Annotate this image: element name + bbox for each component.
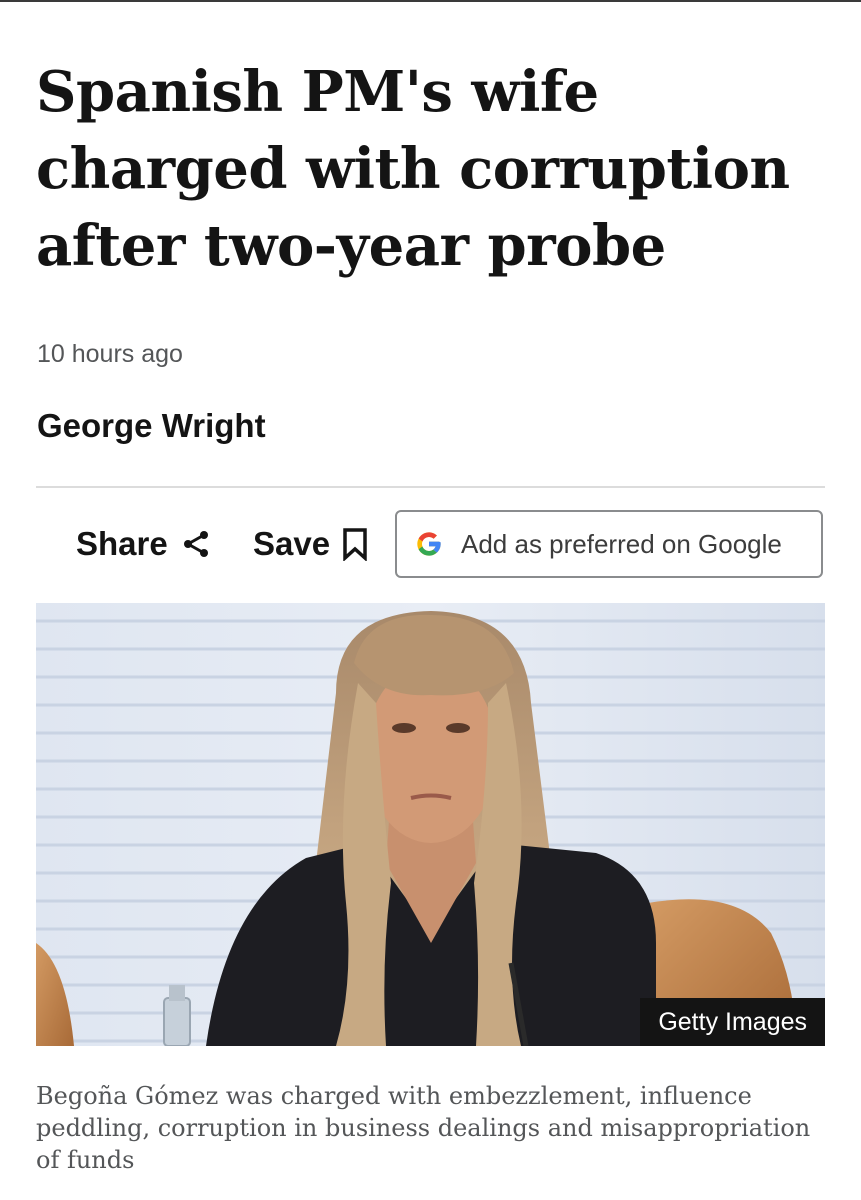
image-credit: Getty Images bbox=[640, 998, 825, 1046]
save-button[interactable]: Save bbox=[253, 516, 368, 572]
bookmark-icon bbox=[343, 528, 367, 561]
share-icon bbox=[183, 531, 208, 557]
article-byline[interactable]: George Wright bbox=[37, 407, 266, 445]
share-button[interactable]: Share bbox=[76, 516, 212, 572]
hero-photo bbox=[36, 603, 825, 1046]
article-headline: Spanish PM's wife charged with corruptio… bbox=[36, 59, 790, 279]
hero-image: Getty Images bbox=[36, 603, 825, 1046]
google-g-icon bbox=[415, 530, 443, 558]
share-label: Share bbox=[76, 525, 168, 562]
google-button-label: Add as preferred on Google bbox=[461, 528, 782, 559]
add-preferred-google-button[interactable]: Add as preferred on Google bbox=[395, 510, 823, 578]
article-timestamp: 10 hours ago bbox=[37, 340, 183, 368]
image-caption: Begoña Gómez was charged with embezzleme… bbox=[36, 1082, 811, 1174]
byline-divider bbox=[36, 486, 825, 488]
top-rule bbox=[0, 0, 861, 2]
save-label: Save bbox=[253, 525, 331, 562]
